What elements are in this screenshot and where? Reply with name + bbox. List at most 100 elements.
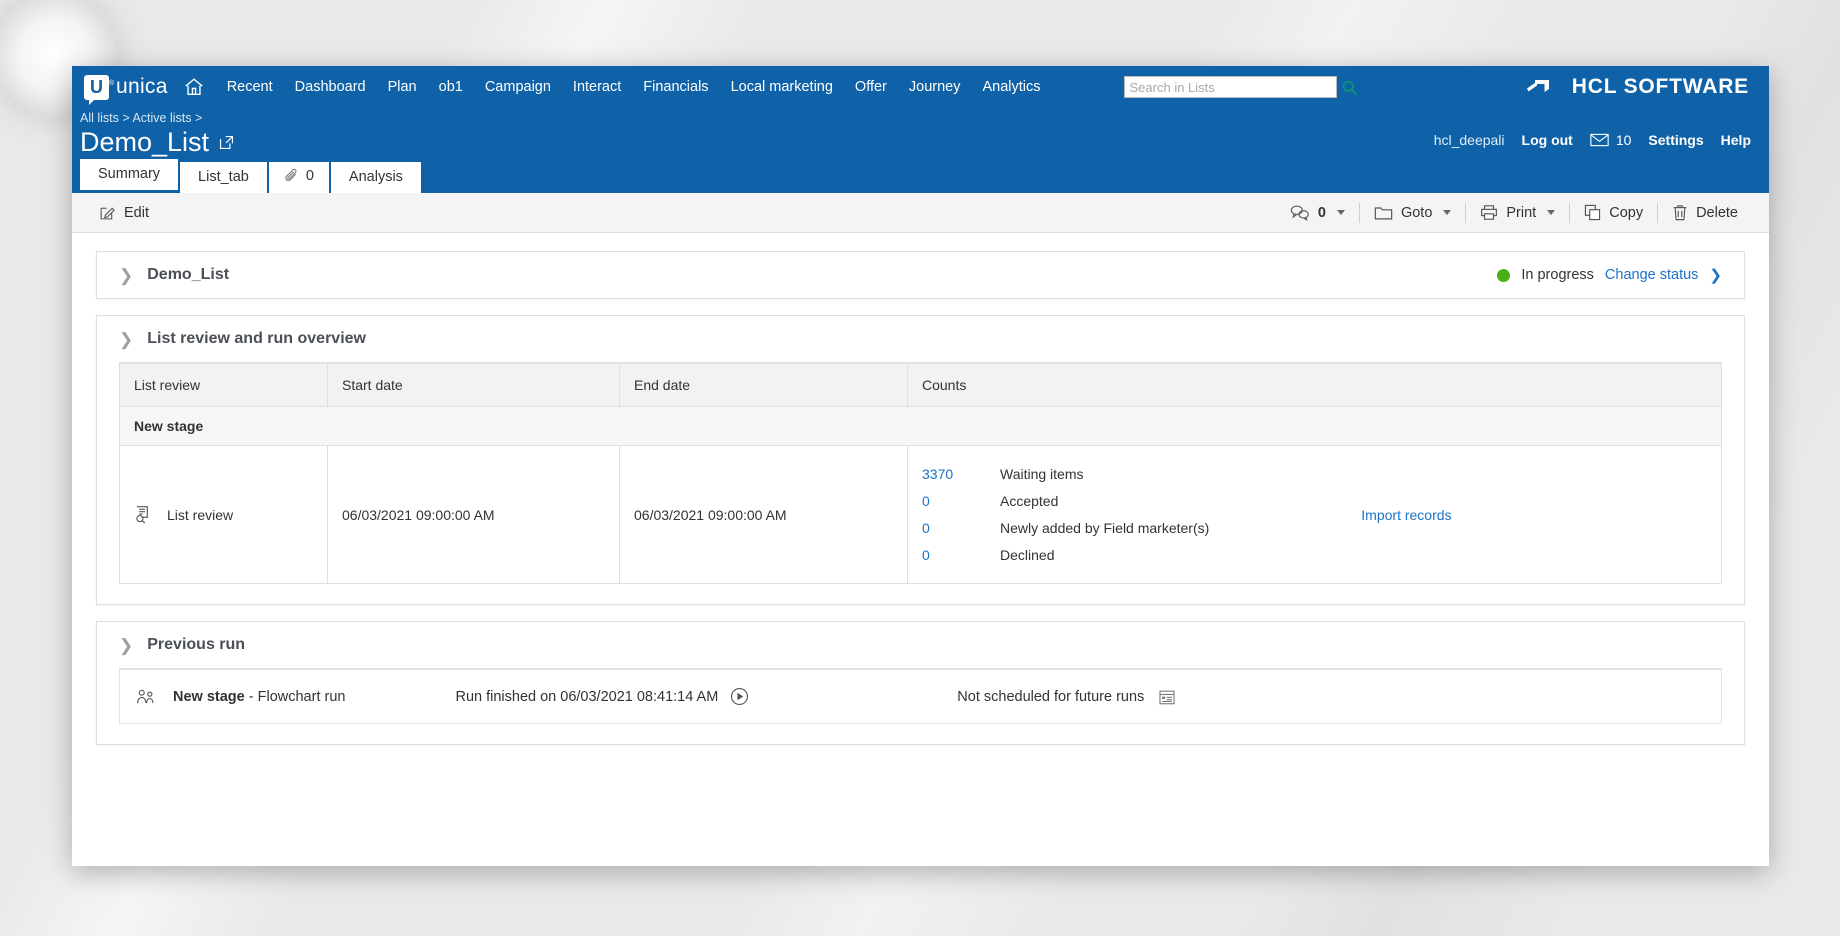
nav-item-recent[interactable]: Recent (216, 75, 284, 99)
print-button[interactable]: Print (1471, 200, 1564, 225)
mail-count: 10 (1616, 132, 1632, 148)
search-area (1124, 76, 1363, 98)
count-value[interactable]: 0 (922, 547, 1000, 563)
nav-item-ob1[interactable]: ob1 (428, 75, 474, 99)
hcl-software-logo: HCL SOFTWARE (1526, 75, 1749, 99)
stage-label: New stage (120, 407, 1722, 446)
search-icon[interactable] (1337, 76, 1363, 98)
nav-item-financials[interactable]: Financials (632, 75, 719, 99)
comments-button[interactable]: 0 (1281, 200, 1354, 225)
edit-label: Edit (124, 205, 149, 221)
nav-item-offer[interactable]: Offer (844, 75, 898, 99)
table-header-row: List review Start date End date Counts (120, 364, 1722, 407)
tab-analysis[interactable]: Analysis (331, 162, 421, 193)
chevron-down-icon[interactable]: ❯ (1709, 266, 1722, 284)
previous-run-separator: - (245, 689, 258, 705)
printer-icon (1480, 204, 1498, 221)
settings-link[interactable]: Settings (1648, 132, 1703, 148)
chevron-down-icon[interactable]: ❯ (119, 331, 133, 348)
list-review-name[interactable]: List review (167, 507, 233, 523)
toolbar-right-group: 0 Goto (1281, 200, 1747, 225)
previous-run-header: ❯ Previous run (97, 622, 1744, 668)
paperclip-icon (284, 168, 300, 184)
unica-mark-icon: U® (84, 75, 109, 100)
previous-run-type: Flowchart run (258, 689, 346, 705)
cell-list-review: List review (120, 446, 328, 584)
tab-attachments[interactable]: 0 (269, 162, 329, 193)
count-value[interactable]: 0 (922, 493, 1000, 509)
search-input[interactable] (1124, 76, 1337, 98)
cell-start-date: 06/03/2021 09:00:00 AM (328, 446, 620, 584)
unica-logo[interactable]: U® unica (84, 75, 168, 100)
people-icon (136, 688, 157, 706)
home-icon[interactable] (182, 75, 206, 99)
table-body: New stage (120, 407, 1722, 584)
nav-item-interact[interactable]: Interact (562, 75, 632, 99)
table-stage-row: New stage (120, 407, 1722, 446)
nav-item-local-marketing[interactable]: Local marketing (720, 75, 844, 99)
hcl-arrow-icon (1526, 76, 1560, 98)
goto-label: Goto (1401, 205, 1432, 221)
count-label: Waiting items (1000, 466, 1084, 482)
external-link-icon[interactable] (218, 134, 235, 151)
chevron-down-icon (1547, 210, 1555, 215)
nav-item-plan[interactable]: Plan (377, 75, 428, 99)
toolbar-divider (1465, 203, 1466, 223)
print-label: Print (1506, 205, 1536, 221)
col-start-date: Start date (328, 364, 620, 407)
import-records-link[interactable]: Import records (1361, 507, 1451, 523)
edit-pencil-icon (99, 204, 116, 221)
logout-link[interactable]: Log out (1522, 132, 1573, 148)
toolbar-divider (1569, 203, 1570, 223)
tab-bar: Summary List_tab 0 Analysis (72, 159, 1769, 193)
mail-group[interactable]: 10 (1590, 132, 1632, 148)
comments-count: 0 (1318, 205, 1326, 221)
col-counts: Counts (908, 364, 1722, 407)
nav-item-dashboard[interactable]: Dashboard (284, 75, 377, 99)
page-content: ❯ Demo_List In progress Change status ❯ … (72, 233, 1769, 866)
summary-panel-title: Demo_List (147, 266, 229, 284)
list-review-table: List review Start date End date Counts N… (119, 363, 1722, 584)
help-link[interactable]: Help (1721, 132, 1751, 148)
edit-button[interactable]: Edit (90, 200, 158, 225)
delete-button[interactable]: Delete (1663, 200, 1747, 225)
count-label: Newly added by Field marketer(s) (1000, 520, 1209, 536)
copy-button[interactable]: Copy (1575, 200, 1652, 225)
tab-list-tab[interactable]: List_tab (180, 162, 267, 193)
counts-item-declined: 0 Declined (922, 547, 1209, 563)
nav-item-journey[interactable]: Journey (898, 75, 972, 99)
nav-item-campaign[interactable]: Campaign (474, 75, 562, 99)
page-title: Demo_List (80, 126, 209, 159)
previous-run-panel: ❯ Previous run New stage - Flowchart run (96, 621, 1745, 745)
summary-panel: ❯ Demo_List In progress Change status ❯ (96, 251, 1745, 299)
hcl-software-text: HCL SOFTWARE (1572, 75, 1749, 99)
attachment-count: 0 (306, 161, 314, 192)
list-review-icon (134, 505, 153, 524)
trash-icon (1672, 204, 1688, 221)
nav-item-analytics[interactable]: Analytics (971, 75, 1051, 99)
change-status-link[interactable]: Change status (1605, 267, 1699, 283)
previous-run-status-group: Run finished on 06/03/2021 08:41:14 AM (455, 687, 749, 706)
status-dot-icon (1497, 269, 1510, 282)
chevron-down-icon[interactable]: ❯ (119, 637, 133, 654)
count-label: Accepted (1000, 493, 1058, 509)
envelope-icon (1590, 133, 1609, 147)
table-row: List review 06/03/2021 09:00:00 AM 06/03… (120, 446, 1722, 584)
goto-button[interactable]: Goto (1365, 201, 1460, 225)
count-value[interactable]: 3370 (922, 466, 1000, 482)
folder-icon (1374, 205, 1393, 221)
col-list-review: List review (120, 364, 328, 407)
counts-list: 3370 Waiting items 0 Accepted 0 (922, 466, 1209, 563)
cell-counts: 3370 Waiting items 0 Accepted 0 (908, 446, 1722, 584)
tab-summary[interactable]: Summary (80, 159, 178, 193)
chevron-right-icon[interactable]: ❯ (119, 267, 133, 284)
count-value[interactable]: 0 (922, 520, 1000, 536)
cell-end-date: 06/03/2021 09:00:00 AM (620, 446, 908, 584)
toolbar-divider (1657, 203, 1658, 223)
play-circle-icon[interactable] (730, 687, 749, 706)
counts-item-waiting: 3370 Waiting items (922, 466, 1209, 482)
application-window: U® unica Recent Dashboard Plan ob1 Campa… (72, 66, 1769, 866)
calendar-icon[interactable] (1158, 688, 1176, 706)
schedule-status: Not scheduled for future runs (957, 689, 1144, 705)
breadcrumb[interactable]: All lists > Active lists > (72, 111, 1769, 125)
